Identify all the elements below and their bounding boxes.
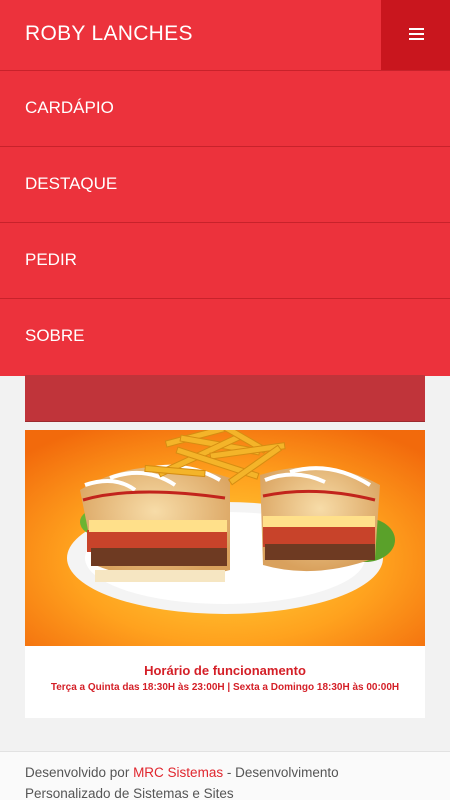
nav-item-sobre[interactable]: SOBRE [0, 298, 450, 376]
nav-item-label: PEDIR [25, 250, 77, 269]
mrc-sistemas-link[interactable]: MRC Sistemas [133, 765, 223, 780]
brand-title[interactable]: ROBY LANCHES [25, 22, 193, 46]
footer-credit: Desenvolvido por MRC Sistemas - Desenvol… [25, 762, 425, 800]
nav-item-pedir[interactable]: PEDIR [0, 222, 450, 298]
footer-prefix: Desenvolvido por [25, 765, 134, 780]
hours-text: Terça a Quinta das 18:30H às 23:00H | Se… [50, 682, 400, 693]
hamburger-menu-icon [409, 28, 424, 40]
banner-strip [25, 375, 425, 422]
hours-title: Horário de funcionamento [144, 663, 306, 678]
food-image [25, 430, 425, 646]
footer: Desenvolvido por MRC Sistemas - Desenvol… [0, 751, 450, 800]
menu-toggle-button[interactable] [381, 0, 450, 70]
nav-item-label: CARDÁPIO [25, 98, 114, 117]
dropdown-nav-menu: CARDÁPIO DESTAQUE PEDIR SOBRE [0, 70, 450, 376]
hours-card: Horário de funcionamento Terça a Quinta … [25, 646, 425, 718]
nav-item-cardapio[interactable]: CARDÁPIO [0, 70, 450, 146]
top-navbar: ROBY LANCHES [0, 0, 450, 70]
nav-item-label: DESTAQUE [25, 174, 118, 193]
nav-item-label: SOBRE [25, 326, 85, 345]
nav-item-destaque[interactable]: DESTAQUE [0, 146, 450, 222]
